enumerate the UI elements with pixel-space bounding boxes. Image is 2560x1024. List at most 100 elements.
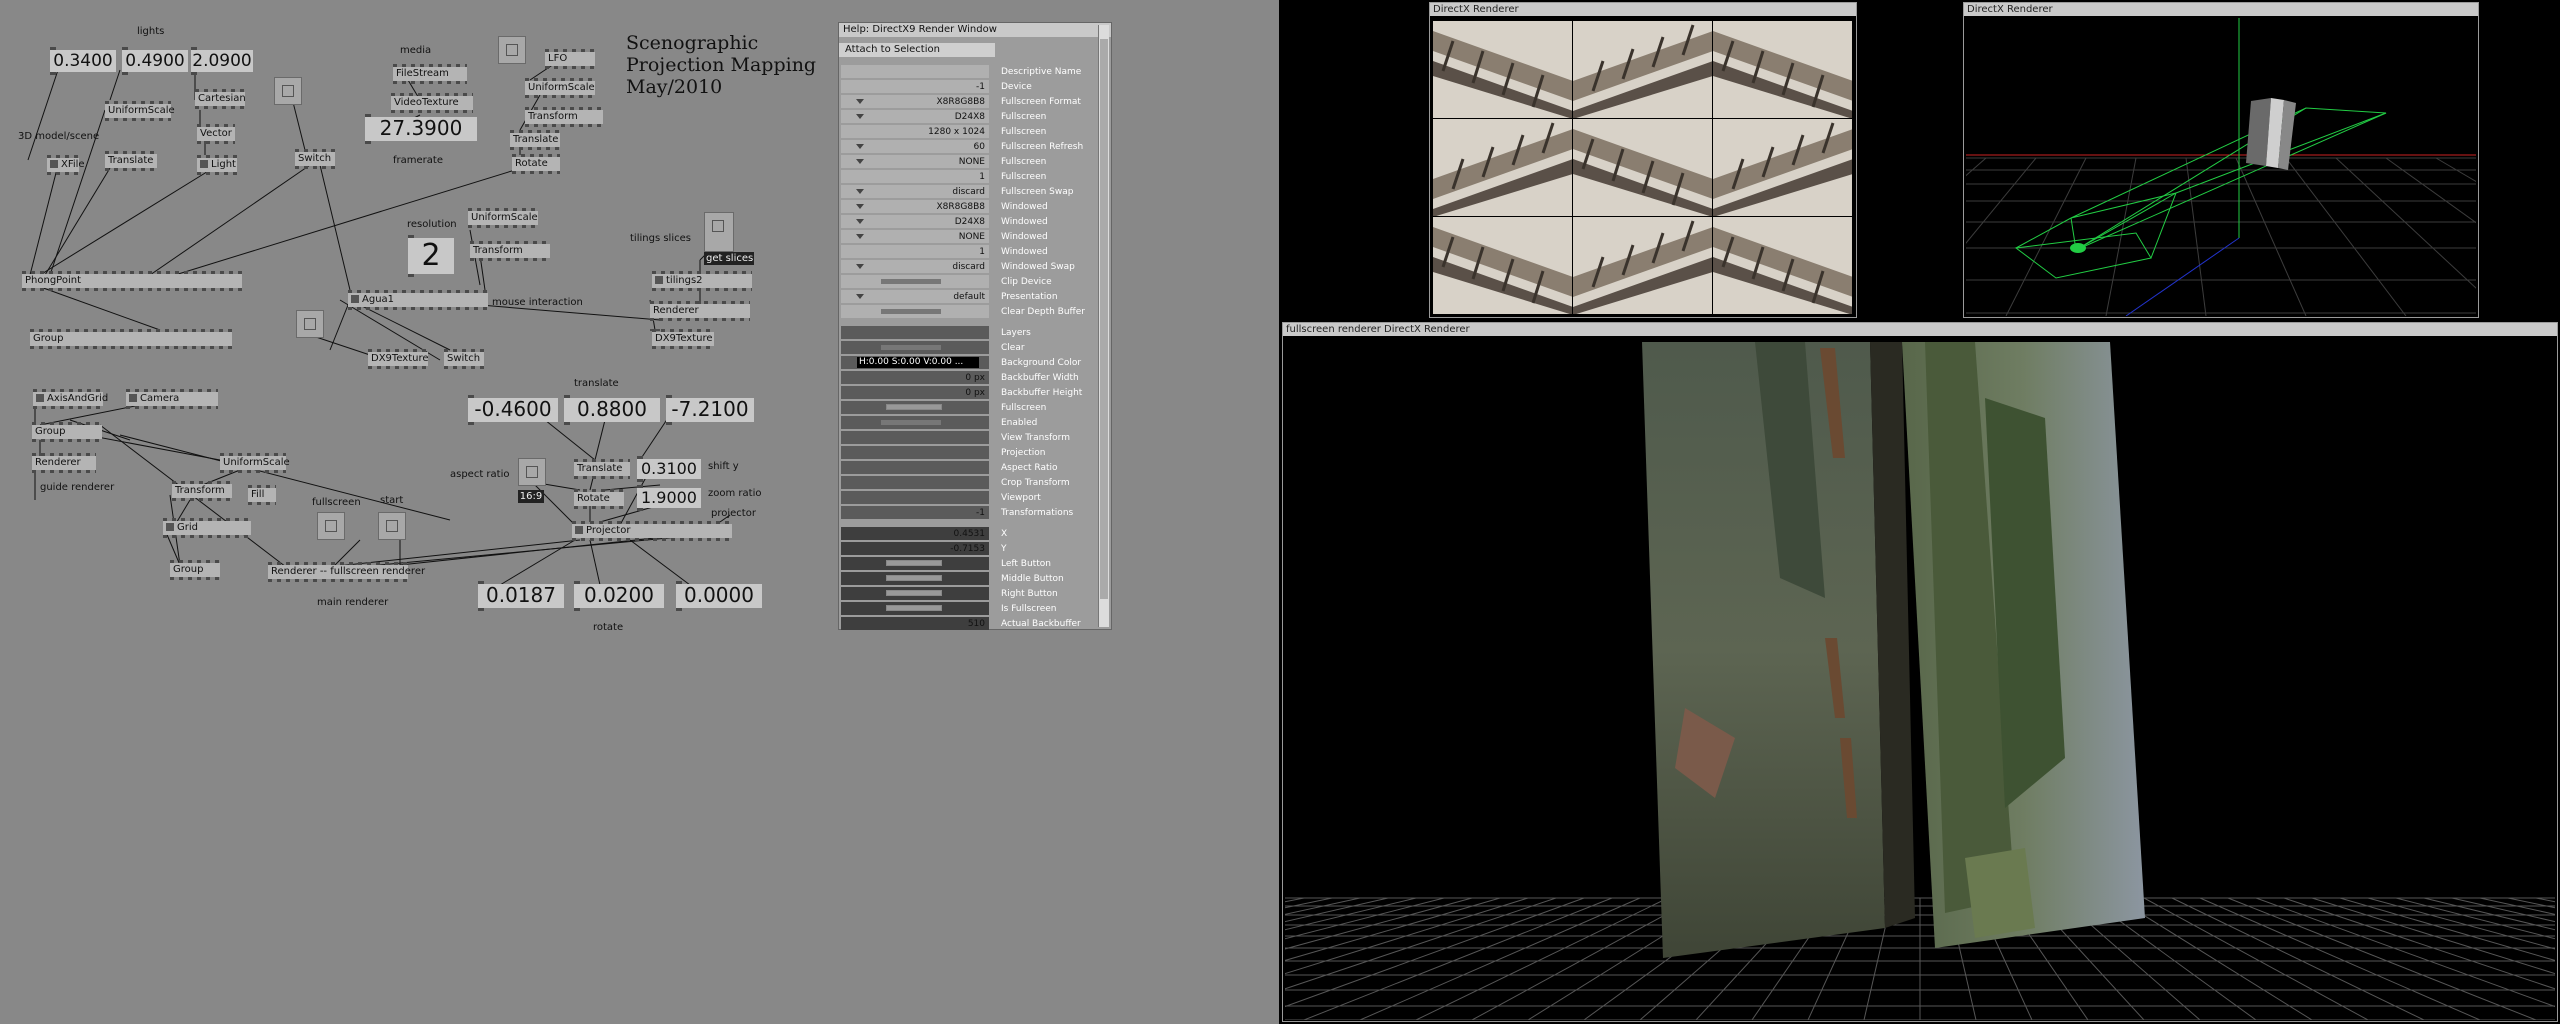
directx-renderer-tiles[interactable]: DirectX Renderer [1429,2,1857,318]
pin-value[interactable]: H:0.00 S:0.00 V:0.00 ... [841,356,989,369]
node-rotate-1[interactable]: Rotate [512,154,560,174]
dropdown-arrow-icon[interactable] [856,144,864,149]
node-phongpoint[interactable]: PhongPoint [22,271,242,291]
pin-value[interactable]: 1 [841,170,989,183]
pin-value[interactable]: X8R8G8B8 [841,200,989,213]
pin-value[interactable] [841,557,989,570]
pin-row[interactable]: Layers [841,326,1105,340]
node-filestream[interactable]: FileStream [393,64,467,84]
pin-value[interactable]: 0 px [841,371,989,384]
resolution-value[interactable]: 2 [408,235,454,277]
pin-row[interactable]: 510 Actual Backbuffer [841,617,1105,631]
pin-value[interactable]: 60 [841,140,989,153]
toggle-lfo[interactable] [498,36,526,64]
pin-row[interactable]: -0.7153 Y [841,542,1105,556]
pin-row[interactable]: -1 Transformations [841,506,1105,520]
pin-value[interactable]: 1280 x 1024 [841,125,989,138]
node-uniformscale-3[interactable]: UniformScale [468,208,538,228]
dropdown-arrow-icon[interactable] [856,159,864,164]
pin-value[interactable] [841,587,989,600]
toggle-model-switch[interactable] [274,77,302,105]
light-x-value[interactable]: 0.3400 [50,47,116,75]
pin-row[interactable]: Left Button [841,557,1105,571]
dropdown-arrow-icon[interactable] [856,219,864,224]
node-translate-2[interactable]: Translate [510,130,560,150]
node-fullscreen-renderer[interactable]: Renderer -- fullscreen renderer [268,562,425,582]
pin-row[interactable]: 1280 x 1024 Fullscreen [841,125,1105,139]
toggle-tilings[interactable] [704,212,734,252]
pin-value[interactable] [841,341,989,354]
fullscreen-renderer[interactable]: fullscreen renderer DirectX Renderer [1282,322,2558,1022]
pin-row[interactable]: discard Windowed Swap [841,260,1105,274]
node-videotexture[interactable]: VideoTexture [391,93,473,113]
node-transform-1[interactable]: Transform [525,107,603,127]
toggle-input[interactable] [886,575,942,581]
pin-row[interactable]: D24X8 Windowed [841,215,1105,229]
node-camera[interactable]: Camera [126,389,218,409]
pin-row[interactable]: Is Fullscreen [841,602,1105,616]
node-lfo[interactable]: LFO [545,49,595,69]
pin-row[interactable]: Viewport [841,491,1105,505]
node-dx9texture-2[interactable]: DX9Texture [368,349,429,369]
help-scrollbar-thumb[interactable] [1100,39,1108,599]
dropdown-arrow-icon[interactable] [856,264,864,269]
light-y-value[interactable]: 0.4900 [122,47,188,75]
pin-row[interactable]: default Presentation [841,290,1105,304]
pin-value[interactable]: default [841,290,989,303]
pin-row[interactable]: Descriptive Name [841,65,1105,79]
pin-value[interactable] [841,461,989,474]
node-translate-3[interactable]: Translate [574,459,630,479]
help-window[interactable]: Help: DirectX9 Render Window Attach to S… [838,22,1112,630]
node-grid[interactable]: Grid [163,518,251,538]
node-group-2[interactable]: Group [32,422,102,442]
node-rotate-2[interactable]: Rotate [574,489,624,509]
pin-value[interactable]: NONE [841,230,989,243]
pin-row[interactable]: X8R8G8B8 Windowed [841,200,1105,214]
pin-value[interactable] [841,572,989,585]
pin-row[interactable]: NONE Windowed [841,230,1105,244]
pin-value[interactable] [841,602,989,615]
pin-value[interactable]: 0 px [841,386,989,399]
pin-value[interactable]: 510 [841,617,989,630]
dropdown-arrow-icon[interactable] [856,204,864,209]
translate-x-value[interactable]: -0.4600 [468,395,558,425]
rotate-y-value[interactable]: 0.0200 [574,581,664,611]
pin-row[interactable]: 0.4531 X [841,527,1105,541]
pin-row[interactable]: Projection [841,446,1105,460]
pin-value[interactable]: discard [841,260,989,273]
toggle-input[interactable] [886,404,942,410]
dropdown-arrow-icon[interactable] [856,294,864,299]
pin-value[interactable] [841,431,989,444]
pin-value[interactable]: -1 [841,80,989,93]
node-agua[interactable]: Agua1 [348,290,488,310]
pin-value[interactable]: -0.7153 [841,542,989,555]
node-fill[interactable]: Fill [248,485,276,505]
toggle-aspect[interactable] [518,458,546,486]
pin-row[interactable]: D24X8 Fullscreen [841,110,1105,124]
node-group-3[interactable]: Group [170,560,220,580]
bar-input[interactable] [881,309,941,314]
node-translate-1[interactable]: Translate [105,151,157,171]
framerate-value[interactable]: 27.3900 [365,114,477,144]
pin-value[interactable]: -1 [841,506,989,519]
toggle-mouse-switch[interactable] [296,310,324,338]
node-uniformscale-2[interactable]: UniformScale [525,78,595,98]
pin-row[interactable]: Right Button [841,587,1105,601]
pin-value[interactable]: D24X8 [841,215,989,228]
bar-input[interactable] [881,420,941,425]
pin-value[interactable] [841,446,989,459]
help-scrollbar[interactable] [1098,25,1109,627]
pin-row[interactable]: View Transform [841,431,1105,445]
toggle-start[interactable] [378,512,406,540]
attach-to-selection-button[interactable]: Attach to Selection [839,43,995,57]
translate-z-value[interactable]: -7.2100 [666,395,754,425]
pin-row[interactable]: 0 px Backbuffer Width [841,371,1105,385]
pin-value[interactable] [841,416,989,429]
pin-row[interactable]: Clear Depth Buffer [841,305,1105,319]
node-switch-2[interactable]: Switch [444,349,484,369]
pin-value[interactable] [841,401,989,414]
light-z-value[interactable]: 2.0900 [191,47,253,75]
pin-row[interactable]: Middle Button [841,572,1105,586]
node-renderer-2[interactable]: Renderer [32,453,96,473]
node-projector[interactable]: Projector [572,521,732,541]
